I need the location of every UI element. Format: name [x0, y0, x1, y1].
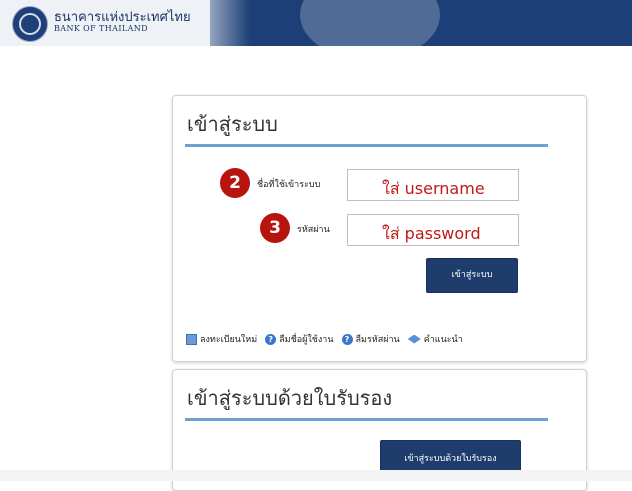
bank-name-english: BANK OF THAILAND — [54, 24, 148, 33]
login-title: เข้าสู่ระบบ — [187, 112, 278, 136]
register-link-label: ลงทะเบียนใหม่ — [200, 335, 258, 345]
seal-inner — [19, 13, 41, 35]
register-icon — [186, 333, 197, 345]
forgot-username-link[interactable]: ? ลืมชื่อผู้ใช้งาน — [265, 332, 334, 346]
site-header: ธนาคารแห่งประเทศไทย BANK OF THAILAND — [0, 0, 632, 46]
tips-link-label: คำแนะนำ — [423, 335, 463, 345]
step-badge-password: 3 — [260, 213, 290, 243]
login-button[interactable]: เข้าสู่ระบบ — [426, 258, 518, 293]
password-input[interactable]: ใส่ password — [347, 214, 519, 246]
username-label: ชื่อที่ใช้เข้าระบบ — [257, 180, 321, 190]
password-label: รหัสผ่าน — [297, 225, 330, 235]
forgot-username-label: ลืมชื่อผู้ใช้งาน — [279, 335, 334, 345]
register-link[interactable]: ลงทะเบียนใหม่ — [186, 332, 257, 346]
forgot-password-link[interactable]: ? ลืมรหัสผ่าน — [341, 332, 400, 346]
help-links: ลงทะเบียนใหม่ ? ลืมชื่อผู้ใช้งาน ? ลืมรห… — [186, 332, 463, 346]
username-input[interactable]: ใส่ username — [347, 169, 519, 201]
help-icon: ? — [341, 333, 353, 345]
step-badge-username: 2 — [220, 168, 250, 198]
tip-icon — [407, 334, 421, 344]
page-bottom-edge — [0, 470, 632, 481]
title-divider — [185, 418, 548, 421]
tips-link[interactable]: คำแนะนำ — [407, 332, 463, 346]
title-divider — [185, 144, 548, 147]
header-decoration — [300, 0, 440, 46]
bank-seal-icon[interactable] — [12, 6, 48, 42]
forgot-password-label: ลืมรหัสผ่าน — [355, 335, 400, 345]
certificate-login-title: เข้าสู่ระบบด้วยใบรับรอง — [187, 386, 393, 410]
login-panel: เข้าสู่ระบบ 2 ชื่อที่ใช้เข้าระบบ ใส่ use… — [172, 95, 587, 362]
help-icon: ? — [265, 333, 277, 345]
